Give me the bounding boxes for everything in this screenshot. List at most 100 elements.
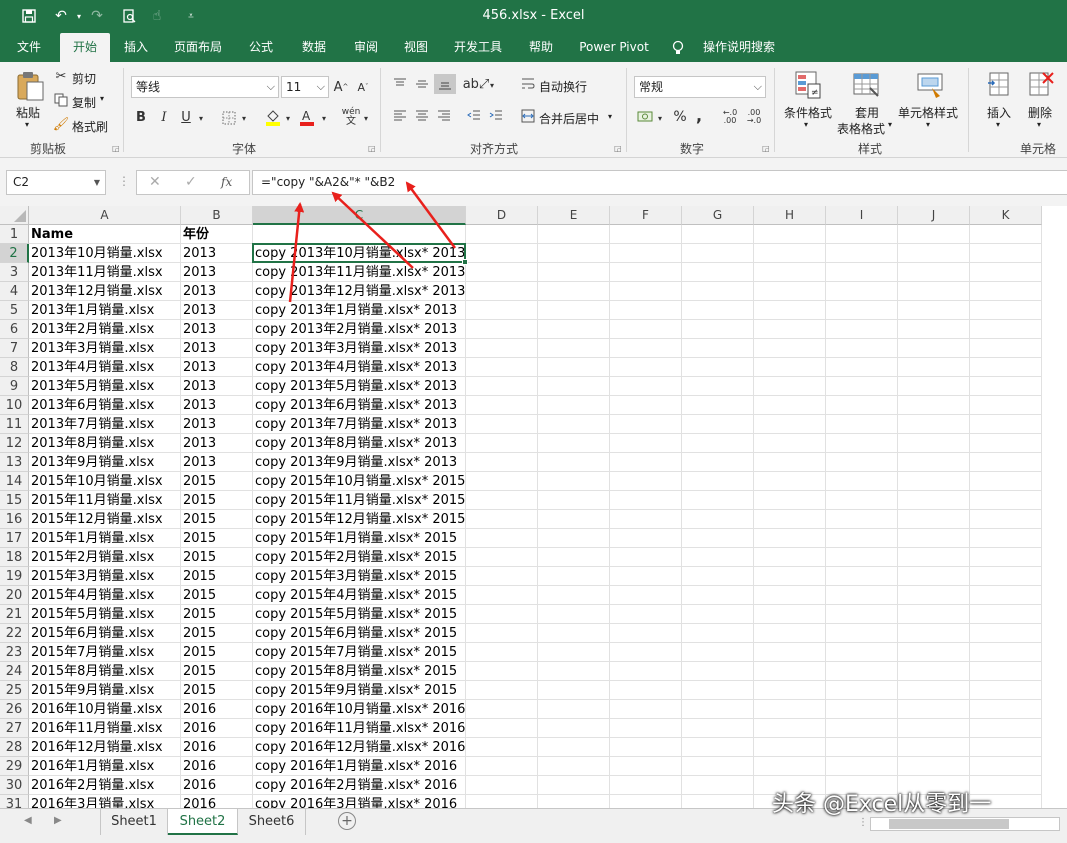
horizontal-scrollbar[interactable] (870, 817, 1060, 831)
column-header-j[interactable]: J (898, 206, 970, 225)
cell-b15[interactable]: 2015 (181, 491, 253, 510)
cell-empty[interactable] (826, 339, 898, 358)
cell-empty[interactable] (826, 358, 898, 377)
delete-dropdown-icon[interactable]: ▾ (1037, 120, 1041, 129)
cell-empty[interactable] (826, 434, 898, 453)
cell-empty[interactable] (970, 320, 1042, 339)
formula-input[interactable]: ="copy "&A2&"* "&B2 (252, 170, 1067, 195)
cell-empty[interactable] (610, 377, 682, 396)
cell-empty[interactable] (466, 396, 538, 415)
cell-a8[interactable]: 2013年4月销量.xlsx (29, 358, 181, 377)
cell-empty[interactable] (466, 453, 538, 472)
cell-a28[interactable]: 2016年12月销量.xlsx (29, 738, 181, 757)
cell-empty[interactable] (682, 567, 754, 586)
cell-empty[interactable] (466, 795, 538, 808)
cancel-icon[interactable]: ✕ (149, 174, 161, 190)
cell-empty[interactable] (466, 415, 538, 434)
cell-empty[interactable] (466, 567, 538, 586)
add-sheet-icon[interactable]: + (338, 812, 356, 830)
cell-c1[interactable] (253, 225, 466, 244)
cell-empty[interactable] (466, 434, 538, 453)
cell-empty[interactable] (538, 605, 610, 624)
cell-empty[interactable] (538, 510, 610, 529)
underline-button[interactable]: U (179, 108, 193, 126)
scissors-icon[interactable]: ✂ (53, 68, 69, 84)
table-format-dropdown-icon[interactable]: ▾ (888, 120, 892, 129)
cell-empty[interactable] (970, 643, 1042, 662)
tab-power-pivot[interactable]: Power Pivot (572, 33, 656, 62)
row-header[interactable]: 24 (0, 662, 29, 681)
sheet-tab-sheet1[interactable]: Sheet1 (100, 809, 168, 835)
cell-b9[interactable]: 2013 (181, 377, 253, 396)
cell-a25[interactable]: 2015年9月销量.xlsx (29, 681, 181, 700)
cell-empty[interactable] (754, 662, 826, 681)
cell-empty[interactable] (754, 719, 826, 738)
cell-empty[interactable] (898, 244, 970, 263)
cell-empty[interactable] (682, 396, 754, 415)
cell-empty[interactable] (538, 681, 610, 700)
paste-icon[interactable] (14, 70, 46, 102)
column-header-h[interactable]: H (754, 206, 826, 225)
cell-empty[interactable] (826, 586, 898, 605)
align-left-icon[interactable] (392, 108, 408, 124)
cell-b29[interactable]: 2016 (181, 757, 253, 776)
sheet-tab-sheet6[interactable]: Sheet6 (238, 809, 306, 835)
cell-empty[interactable] (610, 472, 682, 491)
cell-empty[interactable] (682, 510, 754, 529)
fill-handle[interactable] (462, 259, 468, 265)
cell-empty[interactable] (610, 358, 682, 377)
cell-empty[interactable] (538, 662, 610, 681)
cell-a18[interactable]: 2015年2月销量.xlsx (29, 548, 181, 567)
cell-b30[interactable]: 2016 (181, 776, 253, 795)
clipboard-launcher-icon[interactable]: ◲ (112, 144, 120, 153)
cell-empty[interactable] (754, 453, 826, 472)
cell-empty[interactable] (754, 377, 826, 396)
shrink-font-icon[interactable]: Aˇ (355, 78, 371, 96)
cell-b3[interactable]: 2013 (181, 263, 253, 282)
cell-a22[interactable]: 2015年6月销量.xlsx (29, 624, 181, 643)
fill-color-dropdown-icon[interactable]: ▾ (284, 109, 292, 127)
cell-empty[interactable] (898, 738, 970, 757)
name-box-dropdown-icon[interactable]: ▼ (94, 171, 100, 194)
cell-empty[interactable] (898, 605, 970, 624)
cell-empty[interactable] (682, 225, 754, 244)
cell-empty[interactable] (898, 586, 970, 605)
bold-button[interactable]: B (134, 108, 148, 126)
enter-icon[interactable]: ✓ (185, 174, 197, 190)
row-header[interactable]: 12 (0, 434, 29, 453)
cell-empty[interactable] (898, 491, 970, 510)
cell-empty[interactable] (970, 415, 1042, 434)
cell-empty[interactable] (466, 282, 538, 301)
cell-empty[interactable] (970, 301, 1042, 320)
tab-developer[interactable]: 开发工具 (446, 33, 510, 62)
cell-empty[interactable] (682, 757, 754, 776)
cell-empty[interactable] (826, 396, 898, 415)
cell-empty[interactable] (682, 453, 754, 472)
cell-empty[interactable] (466, 681, 538, 700)
cell-empty[interactable] (538, 320, 610, 339)
cell-empty[interactable] (538, 415, 610, 434)
cell-empty[interactable] (610, 662, 682, 681)
row-header[interactable]: 13 (0, 453, 29, 472)
column-header-g[interactable]: G (682, 206, 754, 225)
cell-empty[interactable] (610, 396, 682, 415)
number-format-combo[interactable]: 常规 ⌵ (634, 76, 766, 98)
cell-b11[interactable]: 2013 (181, 415, 253, 434)
cell-a24[interactable]: 2015年8月销量.xlsx (29, 662, 181, 681)
column-header-d[interactable]: D (466, 206, 538, 225)
cell-empty[interactable] (466, 339, 538, 358)
align-center-icon[interactable] (414, 108, 430, 124)
row-header[interactable]: 20 (0, 586, 29, 605)
cell-empty[interactable] (466, 548, 538, 567)
cell-empty[interactable] (682, 700, 754, 719)
row-header[interactable]: 28 (0, 738, 29, 757)
cell-empty[interactable] (826, 719, 898, 738)
insert-dropdown-icon[interactable]: ▾ (996, 120, 1000, 129)
cell-b19[interactable]: 2015 (181, 567, 253, 586)
row-header[interactable]: 29 (0, 757, 29, 776)
cell-empty[interactable] (682, 548, 754, 567)
alignment-launcher-icon[interactable]: ◲ (614, 144, 622, 153)
cell-empty[interactable] (610, 757, 682, 776)
tab-help[interactable]: 帮助 (520, 33, 562, 62)
chevron-down-icon[interactable]: ⌵ (317, 77, 325, 97)
